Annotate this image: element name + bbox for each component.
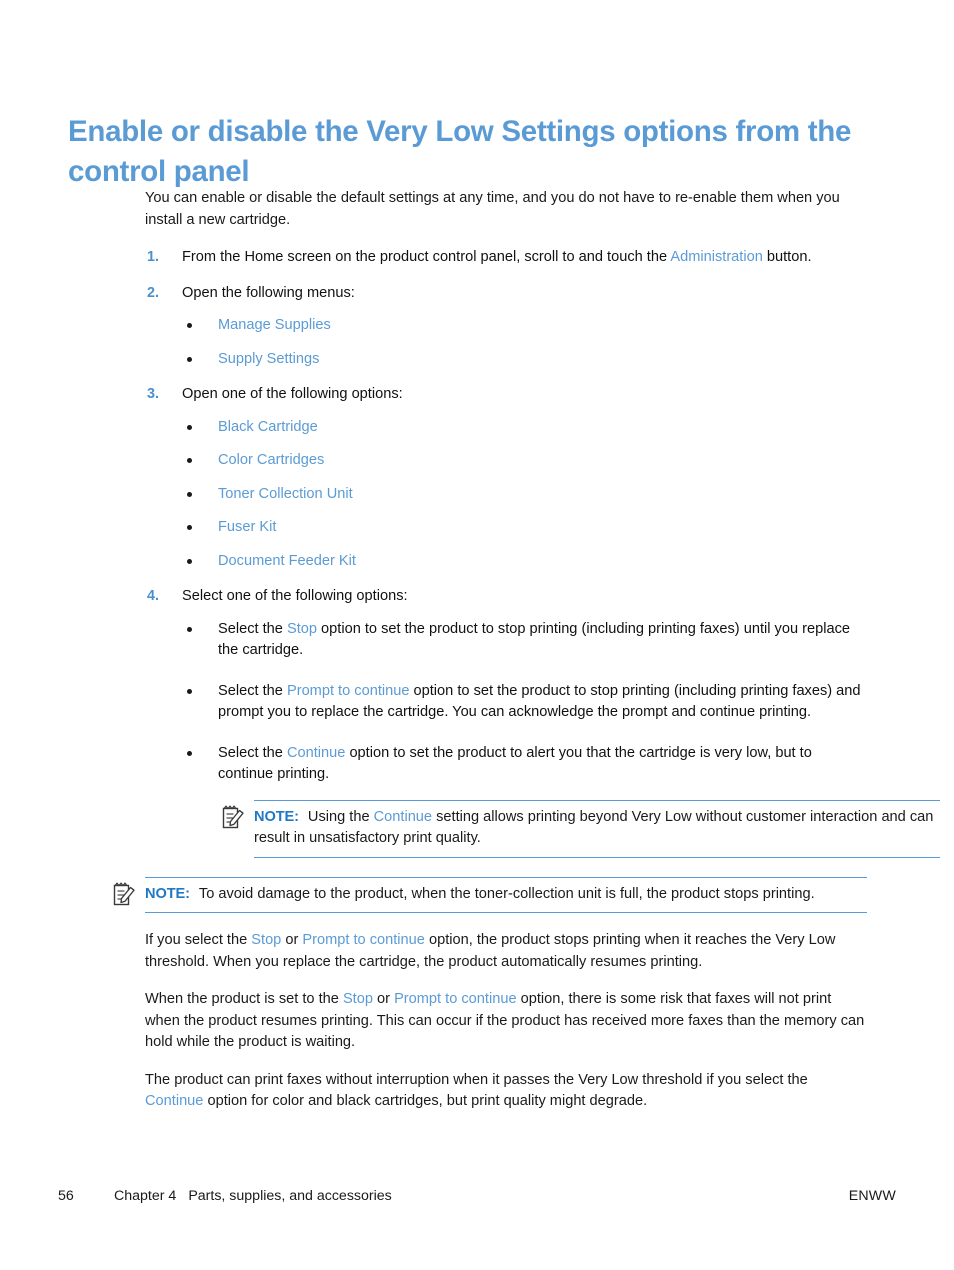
step-4: 4. Select one of the following options: … — [145, 586, 940, 858]
select-option-link-prompt-to-continue[interactable]: Prompt to continue — [287, 683, 410, 699]
step-text-after: button. — [762, 249, 812, 265]
link-stop[interactable]: Stop — [343, 991, 373, 1007]
bullet-icon — [187, 525, 192, 530]
select-option-link-stop[interactable]: Stop — [287, 621, 317, 637]
note-icon — [221, 804, 247, 832]
link-stop[interactable]: Stop — [251, 932, 281, 948]
procedure-steps: 1. From the Home screen on the product c… — [145, 247, 940, 858]
page-body: You can enable or disable the default se… — [113, 188, 940, 1129]
option-color-cartridges[interactable]: Color Cartridges — [218, 452, 324, 468]
option-document-feeder-kit[interactable]: Document Feeder Kit — [218, 553, 356, 569]
bullet-icon — [187, 491, 192, 497]
step-text: Select one of the following options: — [182, 588, 408, 604]
option-toner-collection-unit[interactable]: Toner Collection Unit — [218, 486, 353, 502]
list-item: Select the Stop option to set the produc… — [182, 619, 867, 662]
option-black-cartridge[interactable]: Black Cartridge — [218, 419, 318, 435]
bullet-icon — [187, 356, 192, 362]
list-item: Toner Collection Unit — [182, 484, 867, 506]
list-item: Manage Supplies — [182, 315, 867, 337]
closing-paragraph-2: When the product is set to the Stop or P… — [145, 989, 867, 1054]
bullet-icon — [187, 323, 192, 328]
select-option-text-before: Select the — [218, 620, 287, 637]
step-text: Open one of the following options: — [182, 386, 403, 402]
footer-page-number: 56 — [58, 1188, 74, 1204]
list-item: Color Cartridges — [182, 450, 867, 472]
note-text-before: Using the — [307, 808, 374, 825]
text-segment: When the product is set to the — [145, 991, 343, 1007]
note-label: NOTE: — [254, 808, 299, 825]
link-prompt-to-continue[interactable]: Prompt to continue — [394, 991, 517, 1007]
document-page: Enable or disable the Very Low Settings … — [0, 0, 954, 1270]
step-number: 1. — [147, 249, 160, 265]
step-3: 3. Open one of the following options: Bl… — [145, 384, 867, 572]
link-continue[interactable]: Continue — [145, 1093, 203, 1109]
bullet-icon — [187, 688, 192, 694]
option-fuser-kit[interactable]: Fuser Kit — [218, 519, 276, 535]
intro-paragraph: You can enable or disable the default se… — [145, 190, 840, 228]
closing-paragraph-1: If you select the Stop or Prompt to cont… — [145, 930, 867, 973]
list-item: Fuser Kit — [182, 517, 867, 539]
text-segment: The product can print faxes without inte… — [145, 1071, 808, 1088]
text-segment: If you select the — [145, 932, 252, 948]
select-option-text-before: Select the — [218, 682, 287, 699]
menu-item-supply-settings[interactable]: Supply Settings — [218, 351, 319, 367]
note-link-continue[interactable]: Continue — [374, 809, 432, 825]
list-item: Document Feeder Kit — [182, 551, 867, 573]
text-segment: or — [281, 932, 303, 948]
note-icon — [112, 881, 138, 909]
step-number: 3. — [147, 386, 160, 402]
bullet-icon — [187, 558, 192, 564]
select-option-text-before: Select the — [218, 744, 287, 761]
step-text-before: From the Home screen on the product cont… — [182, 249, 671, 265]
final-paragraph: The product can print faxes without inte… — [145, 1070, 867, 1113]
list-item: Select the Continue option to set the pr… — [182, 743, 940, 858]
select-options-list: Select the Stop option to set the produc… — [182, 619, 940, 858]
note-block-continue-setting: NOTE: Using the Continue setting allows p… — [222, 799, 940, 858]
step-number: 2. — [147, 284, 160, 301]
note-text: To avoid damage to the product, when the… — [198, 885, 815, 902]
bullet-icon — [187, 750, 192, 756]
text-segment: or — [372, 991, 395, 1007]
note-label: NOTE: — [145, 885, 190, 902]
page-footer: 56 Chapter 4 Parts, supplies, and accessor… — [58, 1188, 896, 1212]
select-option-link-continue[interactable]: Continue — [287, 745, 345, 761]
step-2: 2. Open the following menus: Manage Supp… — [145, 283, 867, 371]
step-1: 1. From the Home screen on the product c… — [145, 247, 867, 269]
step-number: 4. — [147, 588, 160, 604]
footer-right-label: ENWW — [848, 1188, 896, 1204]
options-list: Black Cartridge Color Cartridges Toner C… — [182, 417, 867, 573]
list-item: Select the Prompt to continue option to … — [182, 681, 867, 724]
link-prompt-to-continue[interactable]: Prompt to continue — [302, 932, 425, 948]
footer-left: 56 Chapter 4 Parts, supplies, and accessor… — [58, 1188, 392, 1204]
step-link-administration[interactable]: Administration — [670, 249, 762, 265]
footer-chapter-title: Parts, supplies, and accessories — [188, 1188, 392, 1204]
menu-list: Manage Supplies Supply Settings — [182, 315, 867, 370]
footer-chapter-label: Chapter 4 — [114, 1188, 177, 1204]
text-segment: option for color and black cartridges, b… — [203, 1093, 648, 1109]
list-item: Black Cartridge — [182, 417, 867, 439]
list-item: Supply Settings — [182, 349, 867, 371]
page-title: Enable or disable the Very Low Settings … — [68, 114, 852, 188]
bullet-icon — [187, 424, 192, 430]
bullet-icon — [187, 458, 192, 463]
menu-item-manage-supplies[interactable]: Manage Supplies — [218, 317, 331, 333]
bullet-icon — [187, 626, 192, 632]
step-text: Open the following menus: — [182, 284, 355, 301]
note-block-toner-collection: NOTE: To avoid damage to the product, whe… — [113, 876, 867, 913]
